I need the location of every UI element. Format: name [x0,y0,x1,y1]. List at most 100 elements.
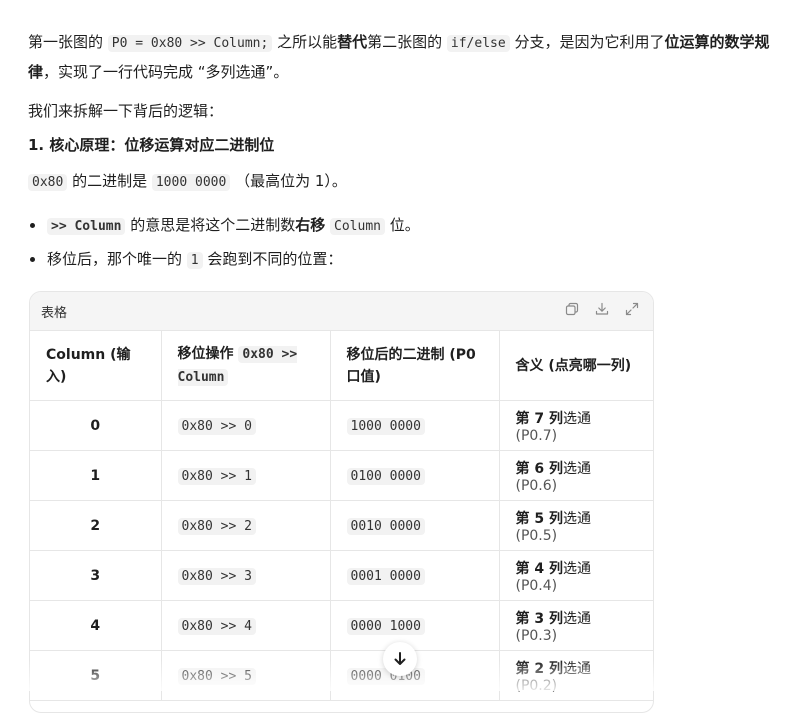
table-cell: 1000 0000 [330,400,500,451]
table-row: 3 0x80 >> 3 0001 0000 第 4 列选通 (P0.4) [30,550,653,601]
table-cell: 0010 0000 [330,500,500,551]
table-cell: 第 3 列选通 (P0.3) [499,600,653,651]
inline-code: 1000 0000 [151,174,231,191]
inline-code: P0 = 0x80 >> Column; [107,35,273,52]
table-cell: 第 4 列选通 (P0.4) [499,550,653,601]
text: 第 5 列 [515,510,564,527]
table-body: 0 0x80 >> 0 1000 0000 第 7 列选通 (P0.7) 1 0… [30,400,653,701]
text: (P0.3) [515,627,558,644]
column-header: 含义 (点亮哪一列) [499,331,653,401]
table-cell: 0x80 >> 4 [161,600,331,651]
table-cell: 2 [30,500,162,551]
inline-code: >> Column [47,218,126,235]
text: 选通 [563,460,591,477]
table-row: 5 0x80 >> 5 0000 0100 第 2 列选通 (P0.2) [30,650,653,701]
table-toolbar [565,302,639,316]
text: 会跑到不同的位置： [202,250,343,268]
text: 之所以能 [272,33,338,51]
inline-code: 0x80 >> 0 [177,417,256,435]
table-cell: 第 2 列选通 (P0.2) [499,650,653,701]
inline-code: 0x80 >> 2 [177,517,256,535]
table-cell: 0001 0000 [330,550,500,601]
inline-code: if/else [446,35,510,52]
table-cell: 0100 0000 [330,450,500,501]
inline-code: 0000 1000 [346,617,425,635]
table-cell: 0x80 >> 2 [161,500,331,551]
column-header: 移位操作 0x80 >> Column [161,331,331,401]
table-cell: 3 [30,550,162,601]
expand-icon[interactable] [625,302,639,316]
inline-code: 0100 0000 [346,467,425,485]
text: 第二张图的 [367,33,447,51]
scroll-to-bottom-button[interactable] [383,642,417,676]
section-heading: 1. 核心原理：位移运算对应二进制位 [28,136,275,154]
text: 第 2 列 [515,660,564,677]
table-cell: 0x80 >> 0 [161,400,331,451]
text: ，实现了一行代码完成 “多列选通”。 [43,63,289,81]
table-title: 表格 [41,306,68,321]
text: 移位后的二进制 (P0 口值) [346,346,476,385]
inline-code: 0x80 >> 4 [177,617,256,635]
text: 移位操作 [177,345,239,362]
table-cell: 1 [30,450,162,501]
text: 第 7 列 [515,410,564,427]
table-row: 1 0x80 >> 1 0100 0000 第 6 列选通 (P0.6) [30,450,653,501]
table-cell: 0x80 >> 3 [161,550,331,601]
paragraph: 0x80 的二进制是 1000 0000 （最高位为 1）。 [28,170,347,191]
text: 选通 [563,560,591,577]
arrow-down-icon [394,652,406,665]
text: 移位后，那个唯一的 [47,250,187,268]
table-row: 0 0x80 >> 0 1000 0000 第 7 列选通 (P0.7) [30,400,653,451]
text: (P0.7) [515,427,558,444]
bold-text: 右移 [295,216,326,234]
table-row: 4 0x80 >> 4 0000 1000 第 3 列选通 (P0.3) [30,600,653,651]
intro-paragraph: 第一张图的 P0 = 0x80 >> Column; 之所以能替代第二张图的 i… [28,28,778,87]
text: 位。 [385,216,420,234]
bullet-list: >> Column 的意思是将这个二进制数右移 Column 位。 移位后，那个… [28,214,420,282]
column-header: 移位后的二进制 (P0 口值) [330,331,500,401]
text: 第 4 列 [515,560,564,577]
table-header-bar: 表格 [30,292,653,331]
table-cell: 0 [30,400,162,451]
text: (P0.6) [515,477,558,494]
inline-code: 0x80 >> 1 [177,467,256,485]
table-cell: 0x80 >> 1 [161,450,331,501]
table-header-row: Column (输入) 移位操作 0x80 >> Column 移位后的二进制 … [30,331,653,401]
text: 选通 [563,610,591,627]
text: 第一张图的 [28,33,108,51]
text: (P0.5) [515,527,558,544]
table-cell: 5 [30,650,162,701]
data-table: Column (输入) 移位操作 0x80 >> Column 移位后的二进制 … [30,331,653,701]
table-row: 2 0x80 >> 2 0010 0000 第 5 列选通 (P0.5) [30,500,653,551]
text: 分支，是因为它利用了 [509,33,665,51]
text: 含义 (点亮哪一列) [515,357,632,374]
text: (P0.4) [515,577,558,594]
list-item: >> Column 的意思是将这个二进制数右移 Column 位。 [28,214,420,248]
text: 的意思是将这个二进制数 [125,216,296,234]
inline-code: 0010 0000 [346,517,425,535]
bold-text: 替代 [337,33,368,51]
inline-code: 0000 0100 [346,667,425,685]
table-cell: 第 6 列选通 (P0.6) [499,450,653,501]
table-cell: 4 [30,600,162,651]
inline-code: 1000 0000 [346,417,425,435]
table-cell: 0000 1000 [330,600,500,651]
text: (P0.2) [515,677,558,694]
text: （最高位为 1）。 [230,172,347,190]
download-icon[interactable] [595,302,609,316]
text: 的二进制是 [67,172,152,190]
copy-icon[interactable] [565,302,579,316]
table-cell: 0x80 >> 5 [161,650,331,701]
text: 选通 [563,510,591,527]
table-card: 表格 Column (输入) 移位操作 0x80 >> Column 移位后的二… [29,291,654,713]
inline-code: Column [330,218,385,235]
inline-code: 0x80 >> 5 [177,667,256,685]
table-cell: 第 7 列选通 (P0.7) [499,400,653,451]
paragraph: 我们来拆解一下背后的逻辑： [28,102,224,120]
inline-code: 0x80 [28,174,68,191]
inline-code: 0x80 >> 3 [177,567,256,585]
text: Column (输入) [46,346,131,385]
text: 选通 [563,660,591,677]
inline-code: 0001 0000 [346,567,425,585]
list-item: 移位后，那个唯一的 1 会跑到不同的位置： [28,248,420,282]
